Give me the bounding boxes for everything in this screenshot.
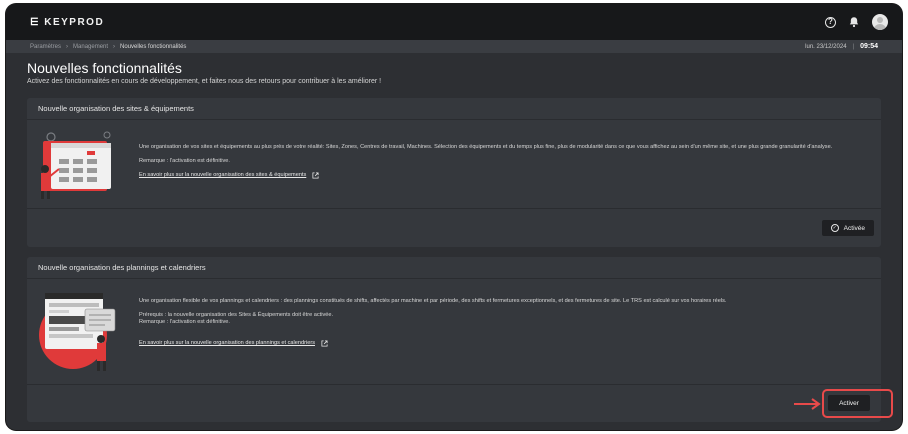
feature-description: Une organisation de vos sites et équipem… xyxy=(139,144,859,179)
activated-button[interactable]: ✓ Activée xyxy=(821,220,874,236)
external-link-icon xyxy=(312,172,319,179)
feature-card-title: Nouvelle organisation des sites & équipe… xyxy=(27,98,881,120)
date-time-divider: | xyxy=(852,43,855,50)
feature-card-footer: Activer xyxy=(27,384,881,422)
feature-description-text: Une organisation flexible de vos plannin… xyxy=(139,298,727,304)
activated-button-label: Activée xyxy=(843,224,865,232)
feature-card-footer: ✓ Activée xyxy=(27,208,881,247)
feature-card-plannings: Nouvelle organisation des plannings et c… xyxy=(27,257,881,422)
feature-card-title: Nouvelle organisation des plannings et c… xyxy=(27,257,881,279)
top-navbar: ⋿ KEYPROD ? xyxy=(6,4,902,40)
activate-button-highlight xyxy=(822,389,893,418)
sites-illustration xyxy=(41,131,111,199)
breadcrumb-item-current: Nouvelles fonctionnalités xyxy=(120,43,187,50)
breadcrumb-item-parametres[interactable]: Paramètres xyxy=(30,44,61,50)
breadcrumb-bar: Paramètres › Management › Nouvelles fonc… xyxy=(6,40,902,53)
current-date: lun. 23/12/2024 xyxy=(805,43,847,50)
learn-more-link[interactable]: En savoir plus sur la nouvelle organisat… xyxy=(139,172,319,179)
check-circle-icon: ✓ xyxy=(830,224,839,232)
chevron-right-icon: › xyxy=(66,43,69,50)
app-logo[interactable]: ⋿ KEYPROD xyxy=(30,17,104,28)
logo-text: KEYPROD xyxy=(44,16,105,28)
chevron-right-icon: › xyxy=(113,43,116,50)
bell-icon[interactable] xyxy=(848,16,860,28)
current-time: 09:54 xyxy=(860,43,878,50)
feature-description: Une organisation flexible de vos plannin… xyxy=(139,298,859,347)
feature-card-sites: Nouvelle organisation des sites & équipe… xyxy=(27,98,881,247)
arrow-right-icon xyxy=(794,398,821,410)
help-icon[interactable]: ? xyxy=(825,16,836,28)
logo-mark-icon: ⋿ xyxy=(30,16,41,28)
feature-description-text: Une organisation de vos sites et équipem… xyxy=(139,144,833,150)
plannings-illustration xyxy=(39,293,116,371)
page-title: Nouvelles fonctionnalités xyxy=(27,60,182,76)
external-link-icon xyxy=(321,340,328,347)
learn-more-link-text: En savoir plus sur la nouvelle organisat… xyxy=(139,340,315,346)
page-subtitle: Activez des fonctionnalités en cours de … xyxy=(27,78,382,85)
feature-note: Remarque : l'activation est définitive. xyxy=(139,319,230,325)
app-window: ⋿ KEYPROD ? Paramètres › Management › No… xyxy=(6,4,902,430)
feature-prerequisite: Prérequis : la nouvelle organisation des… xyxy=(139,312,334,318)
breadcrumb-item-management[interactable]: Management xyxy=(73,44,108,50)
user-avatar-icon[interactable] xyxy=(872,14,888,30)
learn-more-link[interactable]: En savoir plus sur la nouvelle organisat… xyxy=(139,340,328,347)
learn-more-link-text: En savoir plus sur la nouvelle organisat… xyxy=(139,172,307,178)
feature-note: Remarque : l'activation est définitive. xyxy=(139,158,230,164)
